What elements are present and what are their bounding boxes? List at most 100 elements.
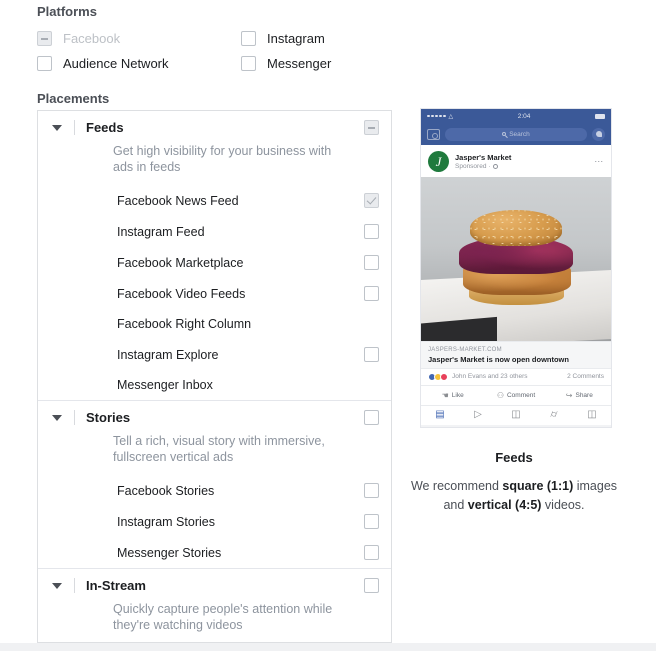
- divider: [74, 410, 75, 425]
- placement-group-title-stories: Stories: [86, 410, 131, 425]
- placement-item-facebook-news-feed[interactable]: Facebook News Feed: [38, 185, 391, 216]
- platform-item-messenger[interactable]: Messenger: [241, 56, 656, 71]
- placement-label-facebook-news-feed: Facebook News Feed: [117, 193, 239, 208]
- checkbox-instagram-explore[interactable]: [364, 347, 379, 362]
- placement-item-messenger-inbox[interactable]: Messenger Inbox: [38, 370, 391, 400]
- menu-icon: ◫: [587, 408, 597, 420]
- camera-icon[interactable]: [427, 128, 440, 140]
- tab-news-feed[interactable]: ▤: [421, 408, 459, 420]
- ad-link-block[interactable]: JASPERS-MARKET.COM Jasper's Market is no…: [421, 341, 611, 368]
- preview-recommendation: We recommend square (1:1) images and ver…: [399, 477, 629, 515]
- tab-menu[interactable]: ◫: [573, 408, 611, 420]
- post-action-bar: ☚ Like ⚇ Comment ↪ Share: [421, 384, 611, 405]
- post-comments-count: 2 Comments: [567, 373, 604, 380]
- checkbox-instagram[interactable]: [241, 31, 256, 46]
- platform-item-instagram[interactable]: Instagram: [241, 31, 656, 46]
- chevron-down-icon-feeds[interactable]: [52, 124, 62, 131]
- share-button[interactable]: ↪ Share: [548, 391, 611, 400]
- post-social-counts: John Evans and 23 others 2 Comments: [421, 367, 611, 385]
- placement-group-title-feeds: Feeds: [86, 120, 124, 135]
- placement-item-facebook-stories[interactable]: Facebook Stories: [38, 475, 391, 506]
- comment-button[interactable]: ⚇ Comment: [484, 391, 547, 400]
- placement-item-facebook-right-column[interactable]: Facebook Right Column: [38, 309, 391, 339]
- platform-label-audience-network: Audience Network: [63, 56, 169, 71]
- post-meta: Jasper's Market Sponsored ·: [455, 153, 594, 170]
- panel-bottom-edge: [0, 643, 656, 651]
- placement-label-instagram-stories: Instagram Stories: [117, 514, 215, 529]
- post-page-name: Jasper's Market: [455, 153, 512, 162]
- placement-label-facebook-right-column: Facebook Right Column: [117, 317, 252, 331]
- placement-label-messenger-inbox: Messenger Inbox: [117, 378, 213, 392]
- avatar[interactable]: J: [428, 151, 449, 172]
- placement-item-instagram-feed[interactable]: Instagram Feed: [38, 216, 391, 247]
- checkbox-instagram-feed[interactable]: [364, 224, 379, 239]
- phone-mockup: △ 2:04 Search J Jasper's Market Sponsore…: [420, 108, 612, 428]
- like-button[interactable]: ☚ Like: [421, 391, 484, 400]
- platforms-checkbox-grid: Facebook Instagram Audience Network Mess…: [37, 31, 656, 71]
- status-bar-clock: 2:04: [517, 112, 531, 120]
- placement-item-instagram-explore[interactable]: Instagram Explore: [38, 339, 391, 370]
- checkbox-messenger[interactable]: [241, 56, 256, 71]
- tab-video[interactable]: ▷: [459, 409, 497, 420]
- placement-label-messenger-stories: Messenger Stories: [117, 545, 222, 560]
- checkbox-group-stories[interactable]: [364, 410, 379, 425]
- platform-item-audience-network[interactable]: Audience Network: [37, 56, 241, 71]
- phone-tab-bar: ▤ ▷ ◫ ⌭ ◫: [421, 404, 611, 425]
- checkbox-group-in-stream[interactable]: [364, 578, 379, 593]
- placement-label-facebook-stories: Facebook Stories: [117, 483, 215, 498]
- checkbox-facebook-stories[interactable]: [364, 483, 379, 498]
- speech-bubble-icon: ⚇: [496, 390, 504, 400]
- placement-item-facebook-marketplace[interactable]: Facebook Marketplace: [38, 247, 391, 278]
- placement-group-header-in-stream[interactable]: In-Stream: [38, 568, 391, 601]
- share-arrow-icon: ↪: [565, 390, 573, 400]
- divider: [74, 120, 75, 135]
- phone-status-bar: △ 2:04: [421, 109, 611, 123]
- checkbox-instagram-stories[interactable]: [364, 514, 379, 529]
- marketplace-icon: ◫: [511, 408, 521, 420]
- preview-title: Feeds: [495, 449, 533, 465]
- placement-group-description-stories: Tell a rich, visual story with immersive…: [113, 434, 325, 464]
- bun-top-shape: [470, 209, 562, 246]
- news-feed-icon: ▤: [435, 408, 445, 420]
- tab-marketplace[interactable]: ◫: [497, 408, 535, 420]
- chevron-down-icon-in-stream[interactable]: [52, 582, 62, 589]
- ad-link-domain: JASPERS-MARKET.COM: [428, 347, 502, 353]
- platform-item-facebook[interactable]: Facebook: [37, 31, 241, 46]
- placement-item-messenger-stories[interactable]: Messenger Stories: [38, 537, 391, 568]
- tab-notifications[interactable]: ⌭: [535, 409, 573, 420]
- thumbs-up-icon: ☚: [441, 390, 449, 400]
- checkbox-messenger-stories[interactable]: [364, 545, 379, 560]
- search-input[interactable]: Search: [445, 127, 587, 141]
- placement-group-header-feeds[interactable]: Feeds: [38, 111, 391, 143]
- recommendation-bold2: vertical (4:5): [467, 497, 542, 512]
- recommendation-part1: We recommend: [410, 478, 503, 493]
- placement-label-instagram-explore: Instagram Explore: [117, 347, 219, 362]
- checkbox-facebook-news-feed[interactable]: [364, 193, 379, 208]
- placement-group-description-feeds: Get high visibility for your business wi…: [113, 144, 332, 174]
- reaction-icons: [428, 372, 448, 381]
- post-header: J Jasper's Market Sponsored · ⋯: [421, 145, 611, 177]
- checkbox-facebook-marketplace[interactable]: [364, 255, 379, 270]
- recommendation-bold1: square (1:1): [502, 478, 574, 493]
- placement-group-title-in-stream: In-Stream: [86, 578, 146, 593]
- placement-label-facebook-video-feeds: Facebook Video Feeds: [117, 286, 246, 301]
- checkbox-audience-network[interactable]: [37, 56, 52, 71]
- checkbox-facebook-video-feeds[interactable]: [364, 286, 379, 301]
- checkbox-facebook[interactable]: [37, 31, 52, 46]
- messenger-icon[interactable]: [592, 127, 605, 141]
- placement-group-header-stories[interactable]: Stories: [38, 400, 391, 433]
- signal-icon: [427, 114, 446, 118]
- search-icon: [502, 132, 507, 136]
- placement-item-instagram-stories[interactable]: Instagram Stories: [38, 506, 391, 537]
- love-reaction-icon: [440, 372, 448, 381]
- placement-item-facebook-video-feeds[interactable]: Facebook Video Feeds: [38, 278, 391, 309]
- facebook-app-navbar: Search: [421, 123, 611, 145]
- recommendation-part3: videos.: [541, 497, 585, 512]
- placements-label: Placements: [37, 91, 110, 106]
- placement-label-facebook-marketplace: Facebook Marketplace: [117, 255, 244, 270]
- ad-link-title: Jasper's Market is now open downtown: [428, 354, 569, 364]
- chevron-down-icon-stories[interactable]: [52, 414, 62, 421]
- checkbox-group-feeds[interactable]: [364, 120, 379, 135]
- platforms-label: Platforms: [37, 4, 97, 19]
- post-options-icon[interactable]: ⋯: [594, 156, 604, 167]
